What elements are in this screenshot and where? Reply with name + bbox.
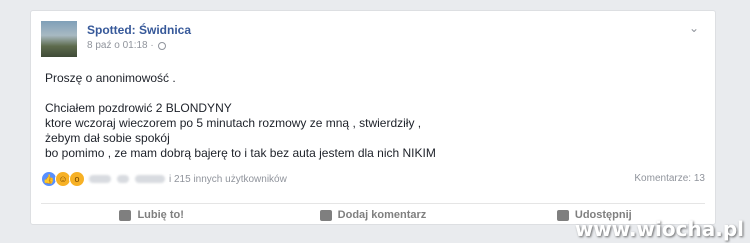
site-watermark: www.wiocha.pl [574,217,744,241]
post-line: ktore wczoraj wieczorem po 5 minutach ro… [45,116,422,130]
comment-button[interactable]: Dodaj komentarz [262,209,483,221]
blurred-name [135,175,165,183]
comment-label: Dodaj komentarz [337,209,427,221]
blurred-name [89,175,111,183]
post-meta: 8 paź o 01:18 · [87,40,166,51]
post-body: Proszę o anonimowość . Chciałem pozdrowi… [45,71,701,161]
post-line: Proszę o anonimowość . [45,71,176,85]
page-avatar[interactable] [41,21,77,57]
post-line: bo pomimo , ze mam dobrą bajerę to i tak… [45,146,436,160]
comment-icon [319,209,332,221]
comments-count[interactable]: Komentarze: 13 [634,173,705,184]
reactions-summary[interactable]: i 215 innych użytkowników [169,174,287,185]
reactions-bar: 👍 ☺ o i 215 innych użytkowników Komentar… [41,170,705,188]
post-card: Spotted: Świdnica 8 paź o 01:18 · ⌄ Pros… [30,10,716,225]
divider [41,203,705,204]
post-line: żebym dał sobie spokój [45,131,170,145]
chevron-down-icon[interactable]: ⌄ [689,21,699,35]
page-name-link[interactable]: Spotted: Świdnica [87,23,191,37]
thumbs-up-icon [119,209,132,221]
share-icon [556,209,569,221]
blurred-name [117,175,129,183]
post-timestamp[interactable]: 8 paź o 01:18 · [87,40,154,51]
wow-icon[interactable]: o [69,171,85,187]
post-line: Chciałem pozdrowić 2 BLONDYNY [45,101,232,115]
like-label: Lubię to! [137,209,184,221]
like-button[interactable]: Lubię to! [41,209,262,221]
globe-icon[interactable] [157,41,166,50]
post-header: Spotted: Świdnica 8 paź o 01:18 · ⌄ [41,21,705,57]
